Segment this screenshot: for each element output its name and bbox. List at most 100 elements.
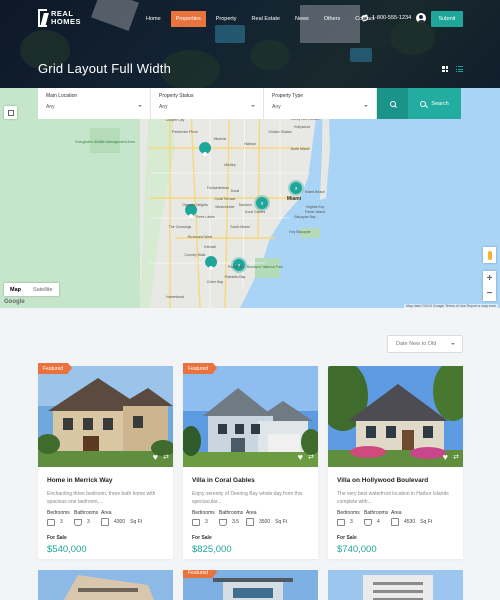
nav-property[interactable]: Property — [216, 11, 237, 27]
chevron-down-icon — [364, 105, 368, 107]
sort-value: Date New to Old — [396, 341, 437, 347]
bedrooms-value: 3 — [350, 519, 353, 525]
area-label: Area — [246, 510, 257, 516]
grid-view-icon[interactable] — [442, 66, 448, 72]
bed-icon — [192, 518, 200, 526]
bed-icon — [47, 518, 55, 526]
property-card[interactable]: Featured ♥ ⇄ Home in Merrick Way Enchant… — [38, 363, 173, 559]
map-label: Kendall — [204, 245, 216, 249]
nav-others[interactable]: Others — [324, 11, 341, 27]
bedrooms-value: 3 — [60, 519, 63, 525]
favorite-heart-icon[interactable]: ♥ — [443, 453, 448, 462]
area-unit: Sq Ft — [130, 519, 143, 525]
map-label: Hollywood — [294, 125, 310, 129]
property-photo[interactable] — [38, 570, 173, 600]
area-value: 4300 — [114, 519, 126, 525]
map-label: Coral Terrace — [215, 197, 236, 201]
fullscreen-icon — [7, 109, 14, 116]
status-select[interactable]: Property Status Any — [151, 88, 264, 119]
compare-icon[interactable]: ⇄ — [453, 454, 459, 461]
property-card[interactable]: Featured ♥ ⇄ Villa in Coral Gables Enjoy… — [183, 363, 318, 559]
bath-icon — [74, 518, 82, 526]
sort-select[interactable]: Date New to Old — [387, 335, 463, 353]
map-label: Miramar — [214, 137, 228, 141]
fullscreen-button[interactable] — [4, 106, 17, 119]
map-label: Hialeah — [244, 142, 256, 146]
zoom-in-button[interactable]: + — [483, 271, 496, 286]
map-attribution[interactable]: Map data ©2019 Google Terms of Use Repor… — [404, 304, 499, 308]
favorite-heart-icon[interactable]: ♥ — [153, 453, 158, 462]
site-logo[interactable]: REAL HOMES — [38, 9, 81, 27]
area-unit: Sq Ft — [275, 519, 288, 525]
map-type-map[interactable]: Map — [4, 283, 27, 296]
map-label: Everglades Wildlife Management Area — [75, 140, 134, 144]
search-button[interactable]: Search — [408, 88, 461, 119]
area-value: 3500 — [259, 519, 271, 525]
property-card[interactable]: Featured — [183, 570, 318, 600]
bathrooms-label: Bathrooms — [364, 510, 389, 516]
nav-news[interactable]: News — [295, 11, 309, 27]
phone-contact[interactable]: 1-800-555-1234 — [361, 14, 412, 22]
nav-home[interactable]: Home — [146, 11, 161, 27]
bathrooms-label: Bathrooms — [219, 510, 244, 516]
property-card[interactable] — [38, 570, 173, 600]
compare-icon[interactable]: ⇄ — [308, 454, 314, 461]
submit-button[interactable]: Submit — [431, 11, 463, 27]
bathrooms-value: 3.5 — [232, 519, 239, 525]
map-type-toggle: Map Satellite — [4, 283, 59, 296]
bath-icon — [219, 518, 227, 526]
property-card[interactable] — [328, 570, 463, 600]
phone-number: 1-800-555-1234 — [372, 15, 412, 21]
type-select[interactable]: Property Type Any — [264, 88, 377, 119]
phone-icon — [361, 14, 369, 22]
bathrooms-value: 3 — [87, 519, 90, 525]
map-label: Cutler Bay — [207, 280, 224, 284]
user-icon[interactable] — [416, 13, 426, 23]
search-icon — [389, 100, 396, 107]
map-label: Golden Glades — [268, 130, 292, 134]
property-title[interactable]: Home in Merrick Way — [47, 477, 113, 484]
area-value: 4530 — [404, 519, 416, 525]
location-label: Main Location — [46, 93, 78, 99]
property-photo[interactable] — [328, 570, 463, 600]
map-label: Biscayne National Park — [247, 265, 283, 269]
property-search-bar: Main Location Any Property Status Any Pr… — [38, 88, 462, 119]
location-select[interactable]: Main Location Any — [38, 88, 151, 119]
property-price: $540,000 — [47, 544, 87, 555]
property-map[interactable]: 3 3 2 Fort Lauderdale Plantation Hollywo… — [0, 88, 500, 308]
area-icon — [101, 518, 109, 526]
map-label: Key Biscayne — [289, 230, 310, 234]
page-title: Grid Layout Full Width — [38, 61, 172, 76]
map-type-satellite[interactable]: Satellite — [27, 283, 59, 296]
advanced-search-button[interactable] — [377, 88, 408, 119]
area-label: Area — [101, 510, 112, 516]
bath-icon — [364, 518, 372, 526]
zoom-out-button[interactable]: − — [483, 286, 496, 301]
map-label: Biscayne Bay — [294, 215, 315, 219]
compare-icon[interactable]: ⇄ — [163, 454, 169, 461]
area-icon — [246, 518, 254, 526]
main-nav: Home Properties Property Real Estate New… — [146, 11, 389, 27]
property-description: Enjoy serenity of Deering Bay whole day … — [192, 491, 303, 505]
type-value: Any — [272, 104, 281, 110]
bedrooms-label: Bedrooms — [47, 510, 70, 516]
map-label: Miami Beach — [305, 190, 325, 194]
map-label: Pembroke Pines — [172, 130, 198, 134]
location-value: Any — [46, 104, 55, 110]
favorite-heart-icon[interactable]: ♥ — [298, 453, 303, 462]
nav-properties[interactable]: Properties — [170, 11, 206, 27]
property-title[interactable]: Villa in Coral Gables — [192, 477, 255, 484]
property-status: For Sale — [47, 535, 67, 541]
map-label: Fontainebleau — [207, 186, 229, 190]
map-label: South Miami — [230, 225, 250, 229]
property-card[interactable]: ♥ ⇄ Villa on Hollywood Boulevard The ver… — [328, 366, 463, 559]
chevron-down-icon — [451, 343, 455, 345]
chevron-down-icon — [138, 105, 142, 107]
map-label: Tamiami — [238, 203, 251, 207]
list-view-icon[interactable] — [456, 66, 463, 72]
map-label: Medley — [224, 163, 236, 167]
nav-real-estate[interactable]: Real Estate — [252, 11, 280, 27]
property-title[interactable]: Villa on Hollywood Boulevard — [337, 477, 428, 484]
street-view-pegman[interactable] — [483, 247, 496, 263]
map-label: North Miami — [291, 147, 310, 151]
